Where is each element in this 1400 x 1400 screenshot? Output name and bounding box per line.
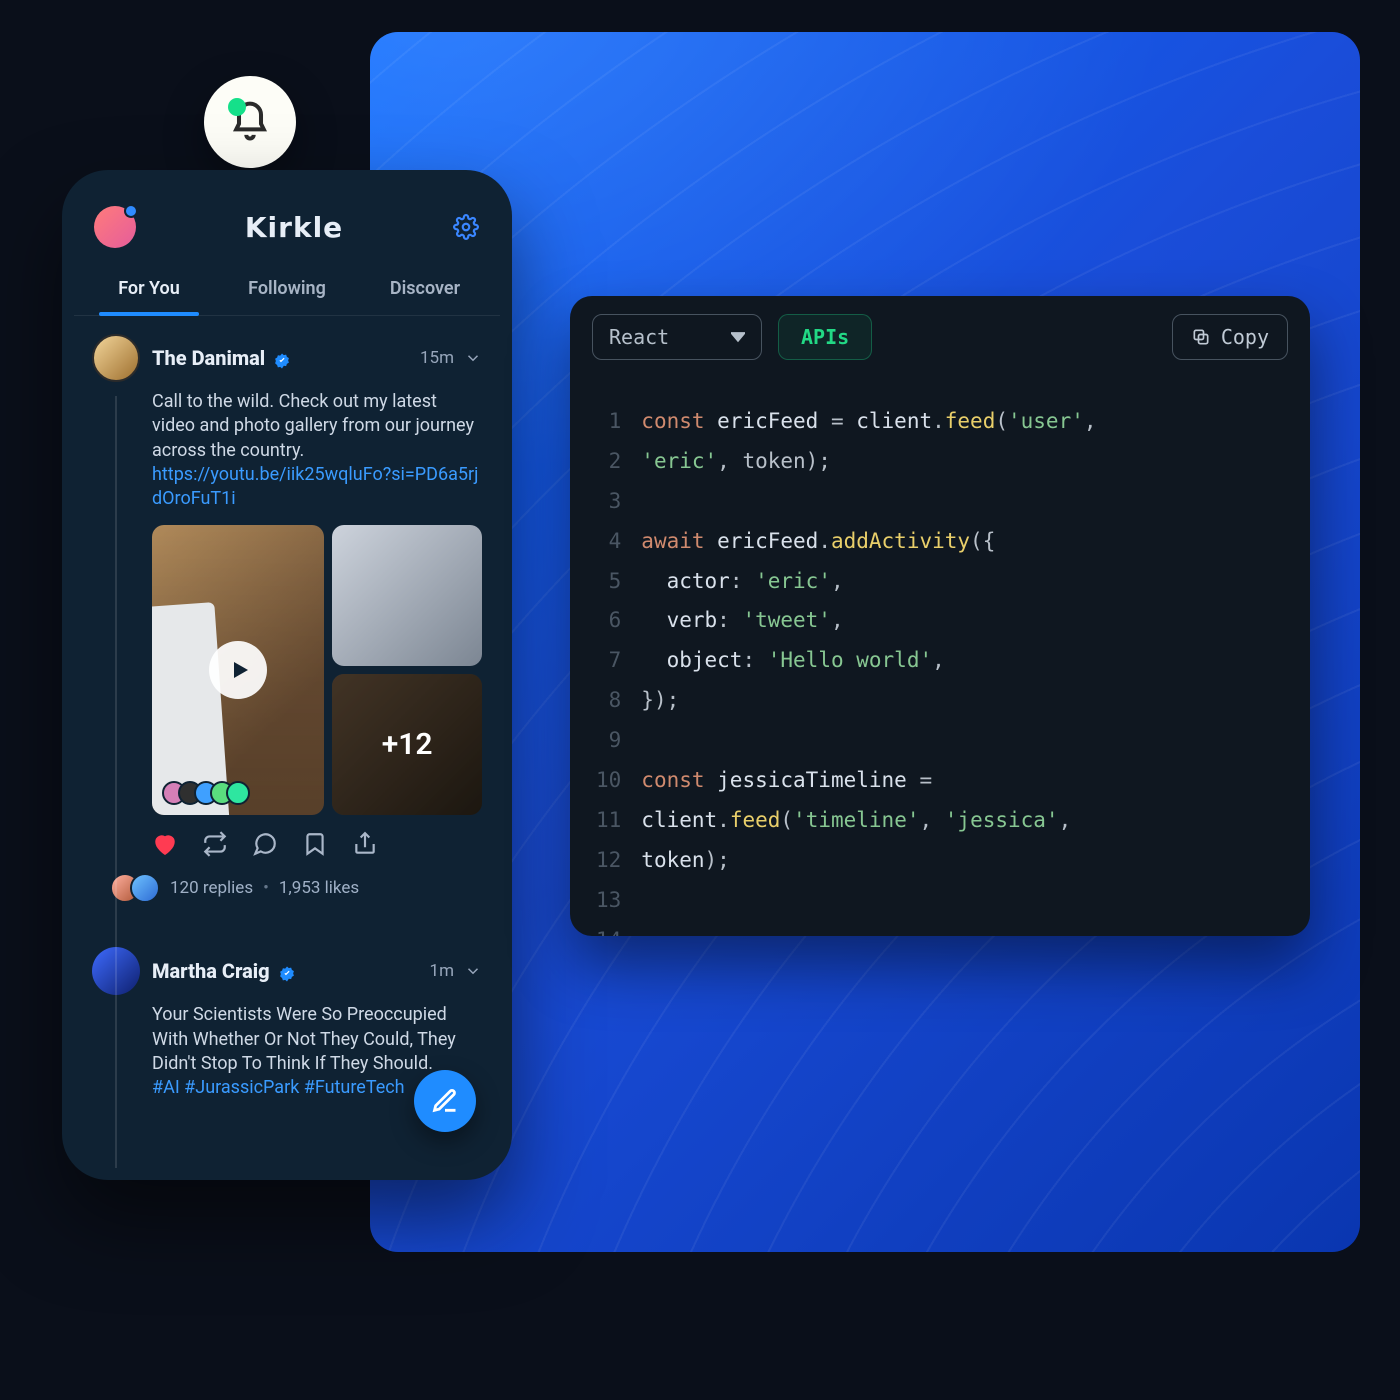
reply-count: 120 replies: [170, 878, 253, 898]
feed-scroll[interactable]: The Danimal 15m Call to the wild. Check …: [74, 316, 500, 1168]
verified-badge-icon: [278, 965, 296, 983]
code-body[interactable]: 1234567891011121314 const ericFeed = cli…: [570, 378, 1310, 936]
profile-avatar[interactable]: [94, 206, 136, 248]
brand-title: Kirkle: [245, 211, 343, 244]
post-gallery[interactable]: +12: [152, 525, 482, 815]
notification-bubble[interactable]: [204, 76, 296, 168]
post-username[interactable]: The Danimal: [152, 346, 265, 370]
post-timestamp: 1m: [430, 961, 454, 981]
reactor-avatars[interactable]: [162, 781, 250, 805]
verified-badge-icon: [273, 352, 291, 370]
post-timestamp: 15m: [420, 348, 454, 368]
post-body: Call to the wild. Check out my latest vi…: [152, 390, 482, 511]
copy-icon: [1191, 327, 1211, 347]
apis-button[interactable]: APIs: [778, 314, 872, 360]
code-panel: React APIs Copy 1234567891011121314 cons…: [570, 296, 1310, 936]
share-button-icon[interactable]: [352, 831, 378, 857]
gallery-tile-video[interactable]: [152, 525, 324, 815]
post-actions: [152, 831, 482, 857]
compose-button[interactable]: [414, 1070, 476, 1132]
reply-summary[interactable]: 120 replies • 1,953 likes: [110, 873, 482, 903]
phone-frame: Kirkle For You Following Discover The Da…: [62, 170, 512, 1180]
gallery-tile-more[interactable]: +12: [332, 674, 482, 815]
compose-icon: [431, 1087, 459, 1115]
post-menu-chevron-icon[interactable]: [464, 962, 482, 980]
settings-button[interactable]: [452, 213, 480, 241]
tab-following[interactable]: Following: [218, 264, 356, 315]
dropdown-caret-icon: [731, 330, 745, 344]
play-icon: [228, 658, 252, 682]
copy-button[interactable]: Copy: [1172, 314, 1288, 360]
feed-tabs: For You Following Discover: [74, 264, 500, 316]
notification-badge-icon: [228, 98, 246, 116]
framework-dropdown[interactable]: React: [592, 314, 762, 360]
post-hashtags[interactable]: #AI #JurassicPark #FutureTech: [152, 1077, 405, 1098]
code-toolbar: React APIs Copy: [570, 296, 1310, 378]
comment-button-icon[interactable]: [252, 831, 278, 857]
feed-post: The Danimal 15m Call to the wild. Check …: [74, 316, 500, 903]
tab-for-you[interactable]: For You: [80, 264, 218, 315]
gear-icon: [453, 214, 479, 240]
app-header: Kirkle: [74, 182, 500, 254]
post-avatar[interactable]: [92, 334, 140, 382]
post-username[interactable]: Martha Craig: [152, 959, 270, 983]
like-count: 1,953 likes: [279, 878, 359, 898]
bookmark-button-icon[interactable]: [302, 831, 328, 857]
repost-button-icon[interactable]: [202, 831, 228, 857]
play-button[interactable]: [209, 641, 267, 699]
code-lines: const ericFeed = client.feed('user','eri…: [641, 402, 1096, 936]
gallery-more-count: +12: [332, 674, 482, 815]
thread-line: [115, 396, 117, 1168]
post-menu-chevron-icon[interactable]: [464, 349, 482, 367]
gallery-tile[interactable]: [332, 525, 482, 666]
like-button-icon[interactable]: [152, 831, 178, 857]
post-link[interactable]: https://youtu.be/iik25wqluFo?si=PD6a5rjd…: [152, 464, 478, 509]
tab-discover[interactable]: Discover: [356, 264, 494, 315]
code-gutter: 1234567891011121314: [570, 402, 641, 936]
